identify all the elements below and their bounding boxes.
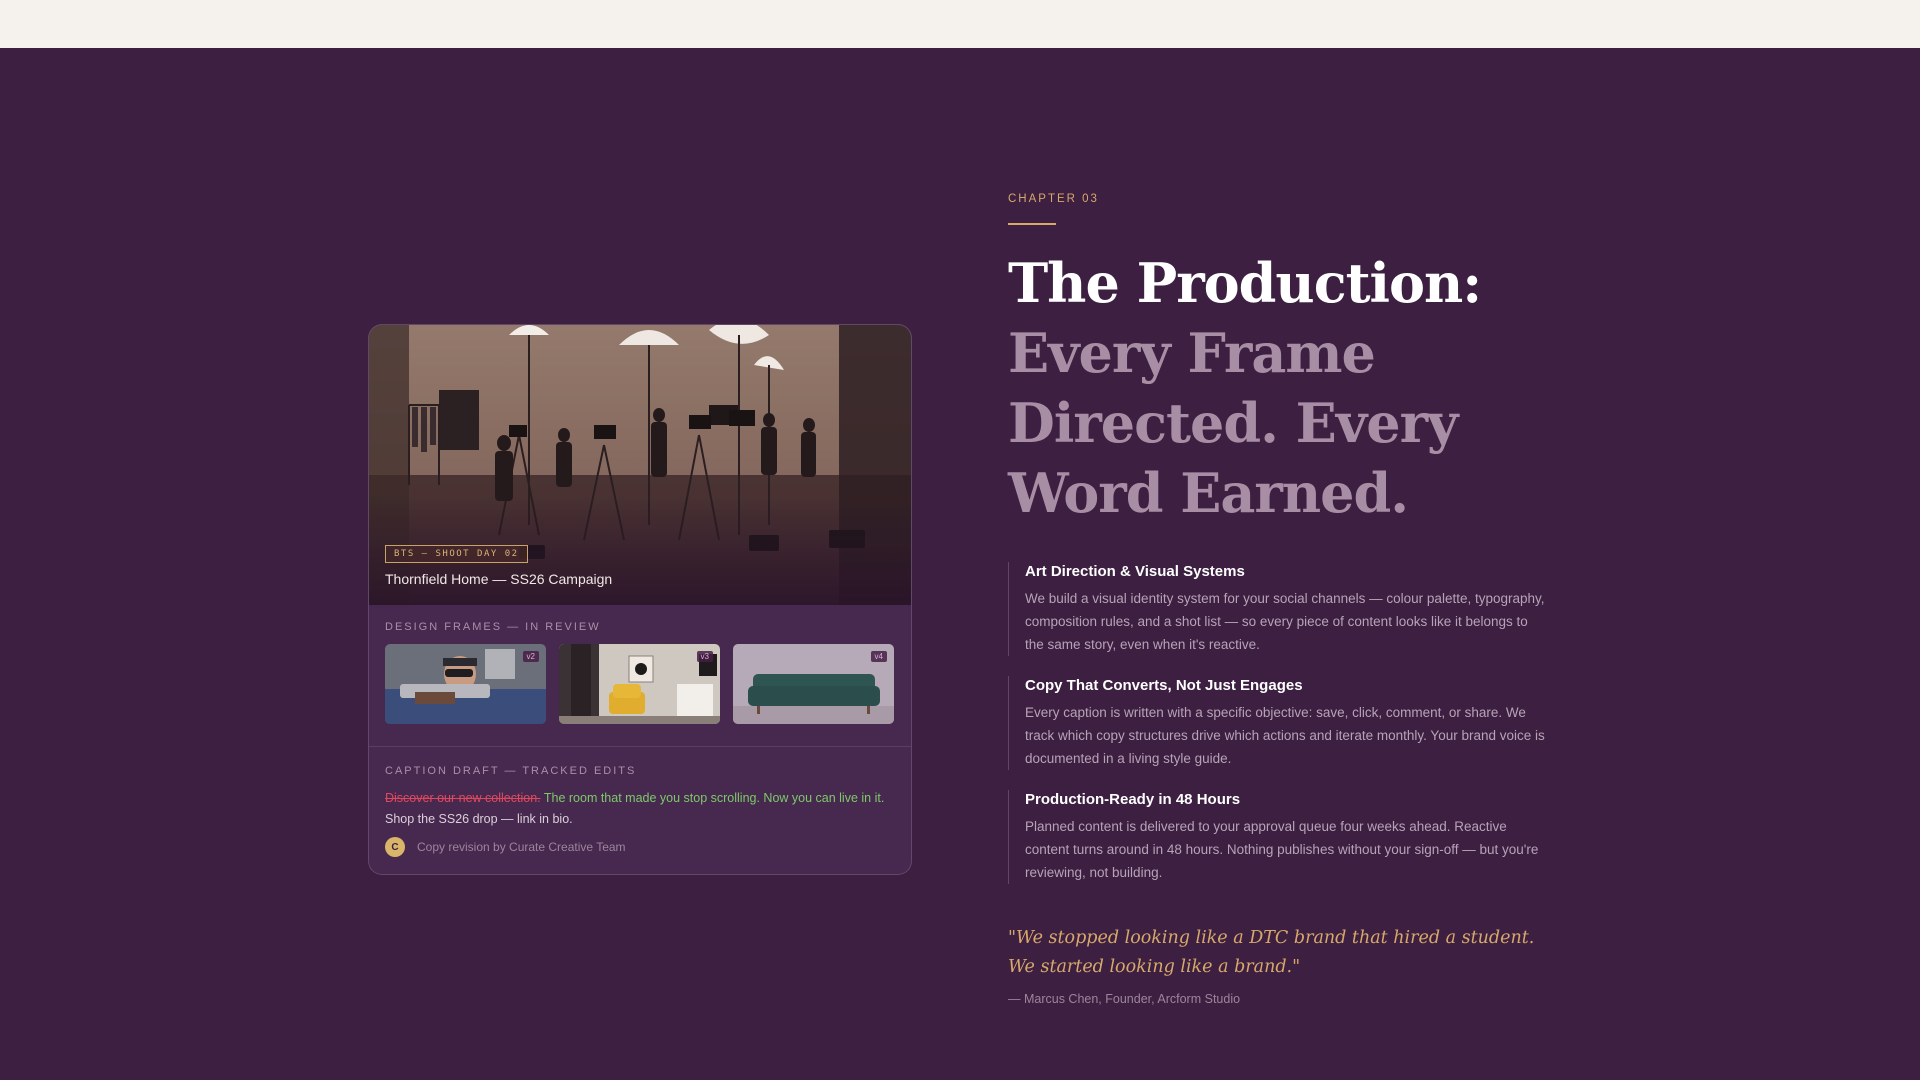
caption-draft-text[interactable]: Discover our new collection. The room th… (385, 788, 895, 830)
camera-operator-image (385, 644, 546, 724)
testimonial-attribution: — Marcus Chen, Founder, Arcform Studio (1008, 992, 1241, 1006)
armchair-interior-image (559, 644, 720, 724)
feature-description: We build a visual identity system for yo… (1025, 591, 1545, 652)
page-title: The Production: Every Frame Directed. Ev… (1008, 248, 1608, 528)
shoot-day-badge: BTS — SHOOT DAY 02 (385, 545, 528, 563)
testimonial-quote: "We stopped looking like a DTC brand tha… (1008, 928, 1535, 977)
frame-thumbnail-camera-operator[interactable]: v2 (385, 644, 546, 724)
avatar: C (385, 837, 405, 857)
frame-thumbnail-armchair[interactable]: v3 (559, 644, 720, 724)
feature-description: Every caption is written with a specific… (1025, 705, 1545, 766)
design-frames-label: DESIGN FRAMES — IN REVIEW (385, 621, 601, 633)
frame-thumbnail-sofa[interactable]: v4 (733, 644, 894, 724)
feature-description: Planned content is delivered to your app… (1025, 819, 1539, 880)
revision-info: C Copy revision by Curate Creative Team (385, 837, 895, 857)
frame-version-badge: v3 (696, 651, 713, 662)
frame-version-badge: v2 (522, 651, 539, 662)
green-sofa-image (733, 644, 894, 724)
caption-draft-section: CAPTION DRAFT — TRACKED EDITS Discover o… (369, 747, 911, 857)
production-card: BTS — SHOOT DAY 02 Thornfield Home — SS2… (368, 324, 912, 875)
revision-credit: Copy revision by Curate Creative Team (417, 840, 626, 854)
feature-list: Art Direction & Visual Systems We build … (1008, 562, 1548, 904)
title-line-4: Word Earned. (1008, 461, 1409, 525)
bts-photo: BTS — SHOOT DAY 02 Thornfield Home — SS2… (369, 325, 911, 605)
chapter-label: CHAPTER 03 (1008, 193, 1099, 205)
feature-art-direction: Art Direction & Visual Systems We build … (1008, 562, 1548, 656)
caption-unchanged-text: Shop the SS26 drop — link in bio. (385, 812, 573, 826)
feature-title: Art Direction & Visual Systems (1025, 563, 1245, 580)
feature-copy: Copy That Converts, Not Just Engages Eve… (1008, 676, 1548, 770)
frame-version-badge: v4 (870, 651, 887, 662)
title-line-1: The Production: (1008, 251, 1482, 315)
feature-title: Production-Ready in 48 Hours (1025, 791, 1241, 808)
top-bar (0, 0, 1920, 48)
design-frames-list: v2 v3 v4 (385, 644, 895, 724)
caption-draft-label: CAPTION DRAFT — TRACKED EDITS (385, 765, 637, 777)
caption-deleted-text: Discover our new collection. (385, 791, 541, 805)
chapter-divider (1008, 223, 1056, 225)
campaign-title: Thornfield Home — SS26 Campaign (385, 571, 613, 587)
title-line-3: Directed. Every (1008, 391, 1458, 455)
title-line-2: Every Frame (1008, 321, 1376, 385)
design-frames-section: DESIGN FRAMES — IN REVIEW v2 v3 v4 (369, 605, 911, 747)
feature-title: Copy That Converts, Not Just Engages (1025, 677, 1303, 694)
feature-production: Production-Ready in 48 Hours Planned con… (1008, 790, 1548, 884)
caption-added-text: The room that made you stop scrolling. N… (543, 791, 885, 805)
